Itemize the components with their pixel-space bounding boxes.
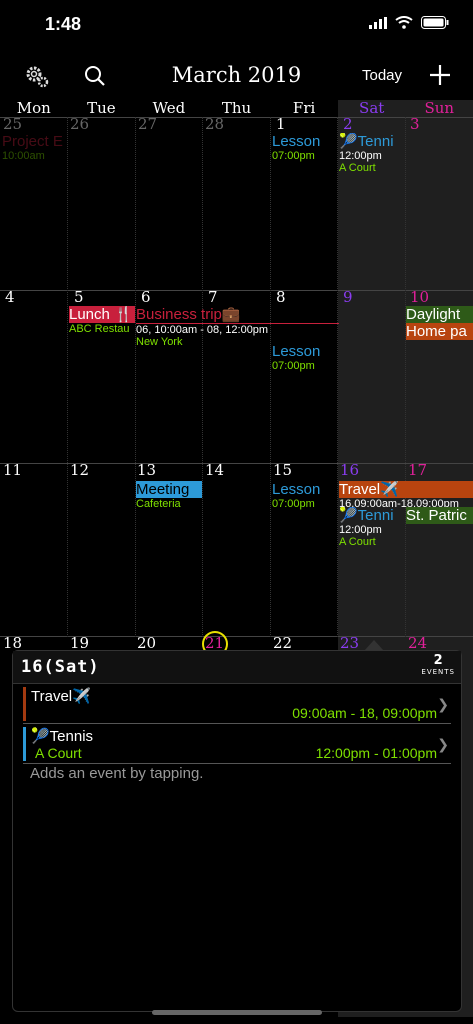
panel-event-row[interactable]: 🎾Tennis A Court 12:00pm - 01:00pm ❯ [23, 725, 451, 764]
chevron-right-icon: ❯ [437, 697, 449, 713]
event-location: A Court [339, 162, 376, 174]
event-project[interactable]: Project E 10:00am [2, 133, 68, 162]
event-time: 07:00pm [272, 498, 315, 510]
panel-event-title: Travel✈️ [31, 688, 91, 705]
day-cell-number[interactable]: 5 [74, 288, 84, 306]
panel-event-time: 09:00am - 18, 09:00pm [292, 705, 437, 721]
day-cell-number[interactable]: 14 [205, 461, 224, 479]
event-time: 12:00pm [339, 524, 382, 536]
day-cell-number[interactable]: 10 [410, 288, 429, 306]
event-title: Lunch 🍴 [69, 306, 135, 323]
panel-event-location: A Court [35, 745, 82, 761]
event-daylight[interactable]: Daylight [406, 306, 473, 323]
event-count-number: 2 [433, 653, 443, 668]
grid-line [337, 117, 338, 637]
day-cell-number[interactable]: 12 [70, 461, 89, 479]
grid-line [135, 117, 136, 637]
day-cell-number[interactable]: 8 [276, 288, 286, 306]
status-bar: 1:48 [0, 0, 473, 52]
today-button[interactable]: Today [362, 67, 402, 84]
event-time: 07:00pm [272, 150, 315, 162]
event-tennis[interactable]: 🎾Tenni 12:00pm A Court [339, 507, 405, 548]
day-cell-number[interactable]: 1 [276, 115, 286, 133]
event-color-bar [23, 687, 26, 721]
event-title: Daylight [406, 306, 473, 323]
event-location: Cafeteria [136, 498, 181, 510]
day-cell-number[interactable]: 27 [138, 115, 157, 133]
event-lunch[interactable]: Lunch 🍴 ABC Restau [69, 306, 135, 335]
grid-line [405, 117, 406, 637]
day-detail-panel[interactable]: 16(Sat) 2 EVENTS Travel✈️ 09:00am - 18, … [12, 650, 462, 1012]
day-cell-number[interactable]: 3 [410, 115, 420, 133]
event-color-bar [23, 727, 26, 761]
day-cell-number[interactable]: 15 [273, 461, 292, 479]
event-count-label: EVENTS [421, 668, 455, 676]
event-lesson[interactable]: Lesson 07:00pm [272, 481, 338, 510]
event-home[interactable]: Home pa [406, 323, 473, 340]
wifi-icon [395, 16, 413, 29]
event-tennis[interactable]: 🎾Tenni 12:00pm A Court [339, 133, 405, 174]
day-cell-number[interactable]: 16 [340, 461, 359, 479]
panel-event-title: 🎾Tennis [31, 728, 94, 745]
event-time: 06, 10:00am - 08, 12:00pm [136, 324, 269, 336]
event-time: 12:00pm [339, 150, 382, 162]
status-time: 1:48 [45, 14, 82, 34]
panel-day-title: 16(Sat) [21, 657, 100, 677]
grid-line [0, 290, 473, 291]
day-cell-number[interactable]: 13 [137, 461, 156, 479]
grid-line [270, 117, 271, 637]
day-cell-number[interactable]: 6 [141, 288, 151, 306]
day-cell-number[interactable]: 26 [70, 115, 89, 133]
event-title: Home pa [406, 323, 473, 340]
day-cell-number[interactable]: 4 [5, 288, 15, 306]
event-title: Travel✈️ [339, 481, 473, 498]
event-title: Lesson [272, 343, 321, 360]
event-st-patrick[interactable]: St. Patric [406, 507, 473, 524]
event-title: 🎾Tenni [339, 133, 394, 150]
panel-event-time: 12:00pm - 01:00pm [315, 745, 437, 761]
event-title: St. Patric [406, 507, 473, 524]
status-icons [369, 16, 449, 29]
event-travel[interactable]: Travel✈️ 16,09:00am-18,09:00pm [339, 481, 473, 510]
day-cell-number[interactable]: 28 [205, 115, 224, 133]
event-location: ABC Restau [69, 323, 130, 335]
event-count: 2 EVENTS [421, 653, 455, 677]
battery-icon [421, 16, 449, 29]
event-lesson[interactable]: Lesson 07:00pm [272, 133, 338, 162]
event-time: 10:00am [2, 150, 45, 162]
home-indicator[interactable] [152, 1010, 322, 1015]
event-title: Project E [2, 133, 63, 150]
event-title: 🎾Tenni [339, 507, 394, 524]
event-title: Meeting [136, 481, 202, 498]
chevron-right-icon: ❯ [437, 737, 449, 753]
add-event-hint[interactable]: Adds an event by tapping. [30, 765, 203, 782]
event-meeting[interactable]: Meeting Cafeteria [136, 481, 202, 510]
grid-line [202, 117, 203, 637]
panel-event-row[interactable]: Travel✈️ 09:00am - 18, 09:00pm ❯ [23, 685, 451, 724]
grid-line [67, 117, 68, 637]
signal-icon [369, 16, 387, 29]
add-event-button[interactable] [429, 64, 451, 90]
day-cell-number[interactable]: 17 [408, 461, 427, 479]
plus-icon [430, 65, 450, 85]
event-title: Lesson [272, 133, 321, 150]
month-title[interactable]: March 2019 [0, 63, 473, 87]
event-business-trip[interactable]: Business trip💼 06, 10:00am - 08, 12:00pm… [136, 306, 339, 348]
nav-bar: March 2019 Today [0, 52, 473, 100]
event-time: 07:00pm [272, 360, 315, 372]
panel-header: 16(Sat) 2 EVENTS [13, 651, 461, 684]
day-cell-number[interactable]: 7 [208, 288, 218, 306]
event-location: A Court [339, 536, 376, 548]
day-cell-number[interactable]: 9 [343, 288, 353, 306]
event-title: Lesson [272, 481, 321, 498]
day-cell-number[interactable]: 25 [3, 115, 22, 133]
event-title: Business trip💼 [136, 306, 339, 324]
day-cell-number[interactable]: 11 [3, 461, 22, 479]
event-lesson[interactable]: Lesson 07:00pm [272, 343, 338, 372]
day-cell-number[interactable]: 2 [343, 115, 353, 133]
